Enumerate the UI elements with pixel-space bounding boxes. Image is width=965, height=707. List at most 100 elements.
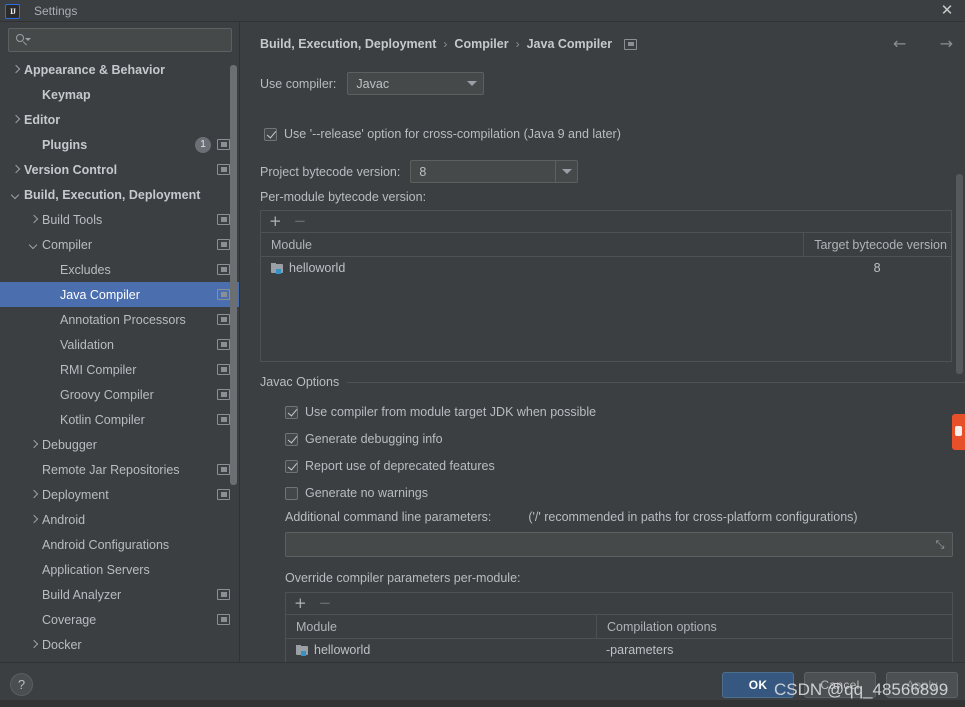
chevron-down-icon[interactable] xyxy=(28,239,39,250)
sidebar-item-label: Keymap xyxy=(42,87,91,102)
close-icon[interactable]: ✕ xyxy=(939,3,955,19)
sidebar-item-excludes[interactable]: Excludes xyxy=(0,257,240,282)
use-target-jdk-checkbox[interactable] xyxy=(285,405,298,419)
chevron-right-icon[interactable] xyxy=(28,489,39,500)
project-scope-icon xyxy=(217,364,230,375)
generate-no-warnings-checkbox[interactable] xyxy=(285,486,298,500)
chevron-right-icon[interactable] xyxy=(28,439,39,450)
sidebar-item-deployment[interactable]: Deployment xyxy=(0,482,240,507)
chevron-right-icon[interactable] xyxy=(10,64,21,75)
javac-options-group-label: Javac Options xyxy=(260,375,965,389)
expand-editor-icon[interactable]: ⤡ xyxy=(933,538,947,552)
report-deprecated-label: Report use of deprecated features xyxy=(305,459,495,473)
sidebar-item-coverage[interactable]: Coverage xyxy=(0,607,240,632)
sidebar-item-appearance-behavior[interactable]: Appearance & Behavior xyxy=(0,57,240,82)
nav-back-icon[interactable]: ← xyxy=(893,36,906,52)
help-button[interactable]: ? xyxy=(10,673,33,696)
breadcrumb-item-1[interactable]: Compiler xyxy=(454,37,508,51)
sidebar-item-label: Appearance & Behavior xyxy=(24,62,166,77)
remove-override-button[interactable]: − xyxy=(319,596,332,611)
sidebar-item-rmi-compiler[interactable]: RMI Compiler xyxy=(0,357,240,382)
sidebar-item-plugins[interactable]: Plugins 1 xyxy=(0,132,240,157)
use-compiler-select[interactable]: Javac xyxy=(347,72,485,95)
generate-debug-info-checkbox[interactable] xyxy=(285,432,298,446)
breadcrumb-item-2[interactable]: Java Compiler xyxy=(527,37,612,51)
column-header-compilation-options[interactable]: Compilation options xyxy=(596,615,952,638)
table-row[interactable]: helloworld -parameters xyxy=(286,639,952,661)
sidebar-item-remote-jar-repositories[interactable]: Remote Jar Repositories xyxy=(0,457,240,482)
sidebar-item-compiler[interactable]: Compiler xyxy=(0,232,240,257)
project-bytecode-select[interactable]: 8 xyxy=(410,160,579,183)
chevron-down-icon[interactable] xyxy=(10,189,21,200)
sidebar-item-label: Android Configurations xyxy=(42,537,170,552)
footer-bottom-strip xyxy=(0,700,965,707)
column-header-module[interactable]: Module xyxy=(286,620,596,634)
sidebar-scrollbar-thumb[interactable] xyxy=(230,65,237,485)
sidebar-item-keymap[interactable]: Keymap xyxy=(0,82,240,107)
sidebar-item-label: Java Compiler xyxy=(60,287,140,302)
search-input[interactable] xyxy=(29,33,231,47)
sidebar-item-android[interactable]: Android xyxy=(0,507,240,532)
table-row[interactable]: helloworld 8 xyxy=(261,257,951,279)
additional-params-hint: ('/' recommended in paths for cross-plat… xyxy=(528,510,858,524)
report-deprecated-checkbox[interactable] xyxy=(285,459,298,473)
sidebar-item-label: Validation xyxy=(60,337,114,352)
notification-tab-icon[interactable] xyxy=(952,414,965,450)
sidebar-item-version-control[interactable]: Version Control xyxy=(0,157,240,182)
watermark: CSDN @qq_48566899 xyxy=(774,680,949,699)
project-scope-icon xyxy=(217,164,230,175)
use-compiler-label: Use compiler: xyxy=(260,76,337,91)
project-bytecode-label: Project bytecode version: xyxy=(260,164,401,179)
sidebar-item-docker[interactable]: Docker xyxy=(0,632,240,657)
chevron-right-icon[interactable] xyxy=(28,639,39,650)
window-title: Settings xyxy=(34,4,78,18)
project-scope-icon xyxy=(217,214,230,225)
project-bytecode-value: 8 xyxy=(419,164,427,179)
add-override-button[interactable]: + xyxy=(294,596,307,611)
sidebar-item-java-compiler[interactable]: Java Compiler xyxy=(0,282,240,307)
sidebar-item-label: Version Control xyxy=(24,162,118,177)
checkbox-row-no-warnings[interactable]: Generate no warnings xyxy=(285,486,428,500)
sidebar-item-kotlin-compiler[interactable]: Kotlin Compiler xyxy=(0,407,240,432)
sidebar-item-android-configurations[interactable]: Android Configurations xyxy=(0,532,240,557)
breadcrumb-item-0[interactable]: Build, Execution, Deployment xyxy=(260,37,436,51)
sidebar-item-label: Compiler xyxy=(42,237,93,252)
search-box[interactable] xyxy=(8,28,232,52)
sidebar-item-label: Groovy Compiler xyxy=(60,387,154,402)
settings-sidebar: Appearance & Behavior Keymap Editor Plugins… xyxy=(0,22,240,667)
chevron-right-icon[interactable] xyxy=(10,164,21,175)
chevron-right-icon[interactable] xyxy=(28,214,39,225)
remove-module-button[interactable]: − xyxy=(294,214,307,229)
sidebar-item-build-tools[interactable]: Build Tools xyxy=(0,207,240,232)
settings-main-panel: Build, Execution, Deployment › Compiler … xyxy=(240,22,965,662)
additional-params-input-wrapper[interactable]: ⤡ xyxy=(285,532,953,557)
project-scope-icon xyxy=(217,389,230,400)
sidebar-item-build-analyzer[interactable]: Build Analyzer xyxy=(0,582,240,607)
checkbox-row-deprecated[interactable]: Report use of deprecated features xyxy=(285,459,495,473)
release-option-checkbox-row[interactable]: Use '--release' option for cross-compila… xyxy=(264,127,621,141)
sidebar-item-editor[interactable]: Editor xyxy=(0,107,240,132)
main-scrollbar-thumb[interactable] xyxy=(956,174,963,374)
sidebar-item-validation[interactable]: Validation xyxy=(0,332,240,357)
chevron-right-icon[interactable] xyxy=(28,514,39,525)
sidebar-item-application-servers[interactable]: Application Servers xyxy=(0,557,240,582)
use-target-jdk-label: Use compiler from module target JDK when… xyxy=(305,405,597,419)
sidebar-item-annotation-processors[interactable]: Annotation Processors xyxy=(0,307,240,332)
checkbox-row-debug-info[interactable]: Generate debugging info xyxy=(285,432,443,446)
column-header-module[interactable]: Module xyxy=(261,238,803,252)
release-option-checkbox[interactable] xyxy=(264,127,277,141)
column-header-target-bytecode[interactable]: Target bytecode version xyxy=(803,233,951,256)
sidebar-item-build-execution-deployment[interactable]: Build, Execution, Deployment xyxy=(0,182,240,207)
group-divider xyxy=(347,381,965,383)
checkbox-row-target-jdk[interactable]: Use compiler from module target JDK when… xyxy=(285,405,596,419)
sidebar-item-groovy-compiler[interactable]: Groovy Compiler xyxy=(0,382,240,407)
additional-params-input[interactable] xyxy=(286,537,933,552)
chevron-right-icon[interactable] xyxy=(10,114,21,125)
module-icon xyxy=(296,644,309,656)
cell-compilation-options: -parameters xyxy=(606,643,674,657)
chevron-down-icon xyxy=(461,73,483,94)
nav-forward-icon[interactable]: → xyxy=(940,36,953,52)
add-module-button[interactable]: + xyxy=(269,214,282,229)
sidebar-item-debugger[interactable]: Debugger xyxy=(0,432,240,457)
